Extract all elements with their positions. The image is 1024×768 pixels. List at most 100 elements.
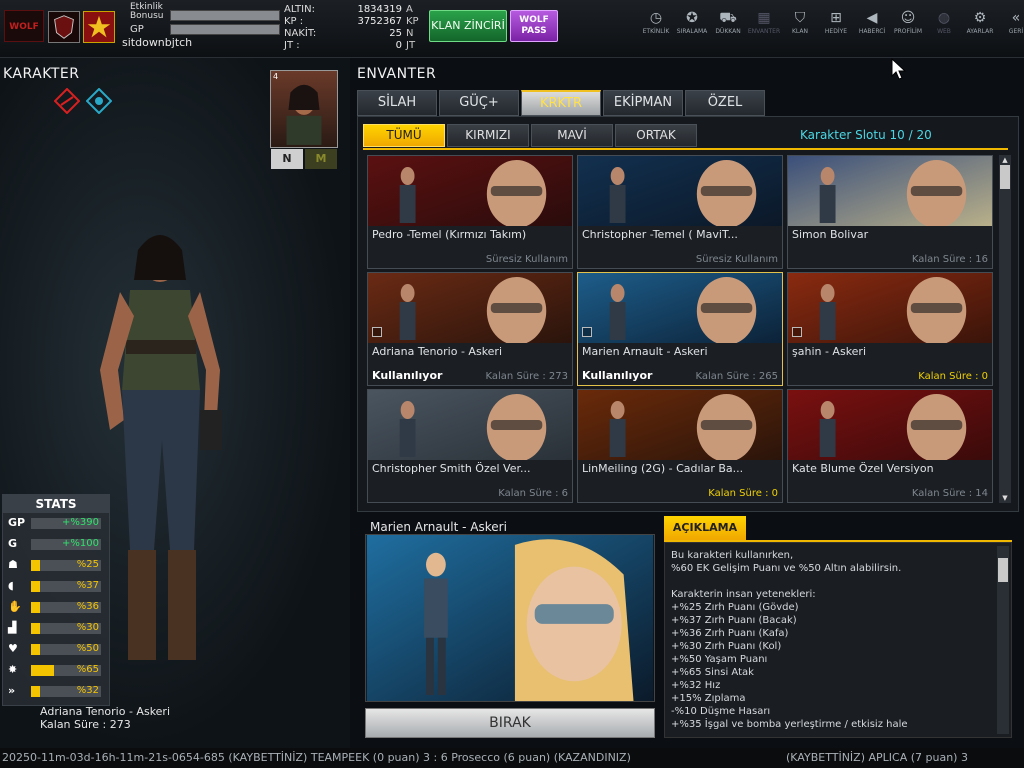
stat-icon: » — [8, 684, 16, 697]
tab-ekipman[interactable]: EKİPMAN — [603, 90, 683, 116]
username: sitdownbjtch — [122, 36, 193, 49]
wolf-pass-button[interactable]: WOLF PASS — [510, 10, 558, 42]
nav-ayarlar[interactable]: ⚙ AYARLAR — [962, 8, 998, 48]
medal-icon: ✪ — [686, 10, 698, 26]
nav-geri[interactable]: «GERİ — [998, 8, 1024, 48]
currency-altin: ALTIN: 1834319 A — [284, 4, 413, 15]
description-scrollbar-thumb[interactable] — [998, 558, 1008, 582]
tab-guc[interactable]: GÜÇ+ — [439, 90, 519, 116]
drop-button[interactable]: BIRAK — [365, 708, 655, 738]
character-card[interactable]: Kate Blume Özel Versiyon Kalan Süre : 14 — [787, 389, 993, 503]
filter-tab-ortak[interactable]: ORTAK — [615, 124, 697, 147]
nav-haberci[interactable]: ◀ HABERCİ — [854, 8, 890, 48]
nav-etkinlik[interactable]: ◷ ETKİNLİK — [638, 8, 674, 48]
character-card[interactable]: Simon Bolivar Kalan Süre : 16 — [787, 155, 993, 269]
clan-chain-button[interactable]: KLAN ZİNCİRİ — [429, 10, 507, 42]
description-text: Bu karakteri kullanırken, %60 EK Gelişim… — [671, 550, 908, 730]
character-card-thumbnail[interactable]: 4 — [270, 70, 338, 148]
inventory-scrollbar[interactable]: ▲ ▼ — [999, 155, 1011, 503]
select-checkbox[interactable] — [582, 327, 592, 337]
stats-title: STATS — [3, 495, 109, 513]
character-card-name: Kate Blume Özel Versiyon — [792, 462, 934, 475]
inventory-icon: ▦ — [757, 10, 771, 26]
stat-icon: ◖ — [8, 579, 14, 592]
filter-tab-tumu[interactable]: TÜMÜ — [363, 124, 445, 147]
tab-silah[interactable]: SİLAH — [357, 90, 437, 116]
character-card-art — [788, 156, 992, 226]
currency-jt: JT :0 JT — [284, 40, 416, 51]
stat-value: %32 — [76, 685, 99, 696]
stat-value: %30 — [76, 622, 99, 633]
stat-row: ☗ %25 — [3, 555, 109, 576]
stat-value: %65 — [76, 664, 99, 675]
character-card[interactable]: şahin - Askeri Kalan Süre : 0 — [787, 272, 993, 386]
scroll-down-icon[interactable]: ▼ — [999, 493, 1011, 503]
nav-hediye[interactable]: ⊞ HEDİYE — [818, 8, 854, 48]
description-tab[interactable]: AÇIKLAMA — [664, 516, 746, 540]
character-card-name: Christopher Smith Özel Ver... — [372, 462, 531, 475]
scroll-up-icon[interactable]: ▲ — [999, 155, 1011, 165]
selected-character-time: Kalan Süre : 273 — [40, 718, 131, 731]
character-card-name: Adriana Tenorio - Askeri — [372, 345, 503, 358]
stat-value: +%390 — [62, 517, 99, 528]
stat-row: ♥ %50 — [3, 639, 109, 660]
description-scrollbar[interactable] — [997, 546, 1009, 734]
nav-envanter[interactable]: ▦ ENVANTER — [746, 8, 782, 48]
character-card[interactable]: Christopher Smith Özel Ver... Kalan Süre … — [367, 389, 573, 503]
stat-icon: GP — [8, 516, 26, 529]
character-card[interactable]: LinMeiling (2G) - Cadılar Ba... Kalan Sür… — [577, 389, 783, 503]
nav-siralama[interactable]: ✪ SIRALAMA — [674, 8, 710, 48]
main-nav: ◷ ETKİNLİK ✪ SIRALAMA ⛟ DÜKKAN ▦ ENVANTER ⛉ K… — [638, 8, 1024, 48]
rank-badge-icon — [48, 11, 80, 43]
globe-icon: ◍ — [937, 10, 951, 26]
stat-value: +%100 — [62, 538, 99, 549]
gp-label: GP — [130, 24, 144, 35]
filter-tab-kirmizi[interactable]: KIRMIZI — [447, 124, 529, 147]
match-ticker: 20250-11m-03d-16h-11m-21s-0654-685 (KAYB… — [0, 748, 1024, 768]
stat-row: » %32 — [3, 681, 109, 702]
character-title: KARAKTER — [3, 66, 80, 82]
description-panel: Bu karakteri kullanırken, %60 EK Gelişim… — [664, 542, 1012, 738]
shield-icon: ⛉ — [794, 10, 806, 26]
stat-row: GP +%390 — [3, 513, 109, 534]
nav-klan[interactable]: ⛉ KLAN — [782, 8, 818, 48]
tab-ozel[interactable]: ÖZEL — [685, 90, 765, 116]
character-card[interactable]: Christopher -Temel ( MaviT... Süresiz Kul… — [577, 155, 783, 269]
mutant-mode-button[interactable]: M — [305, 149, 337, 169]
attack-type-icon[interactable] — [53, 87, 81, 115]
nav-web[interactable]: ◍ WEB — [926, 8, 962, 48]
character-card[interactable]: Marien Arnault - Askeri Kullanılıyor Kalan… — [577, 272, 783, 386]
character-card-duration: Kalan Süre : 0 — [708, 488, 778, 499]
character-card-status: Kullanılıyor — [582, 369, 653, 382]
defense-type-icon[interactable] — [85, 87, 113, 115]
character-card[interactable]: Pedro -Temel (Kırmızı Takım) Süresiz Kull… — [367, 155, 573, 269]
scrollbar-thumb[interactable] — [1000, 165, 1010, 189]
character-card[interactable]: Adriana Tenorio - Askeri Kullanılıyor Kala… — [367, 272, 573, 386]
character-card-name: şahin - Askeri — [792, 345, 867, 358]
character-card-duration: Kalan Süre : 14 — [911, 488, 988, 499]
stat-icon: G — [8, 537, 18, 550]
stat-icon: ✸ — [8, 663, 18, 676]
stat-row: ▟ %30 — [3, 618, 109, 639]
stat-value: %25 — [76, 559, 99, 570]
nav-profilim[interactable]: ☺ PROFİLİM — [890, 8, 926, 48]
megaphone-icon: ◀ — [866, 10, 878, 26]
select-checkbox[interactable] — [792, 327, 802, 337]
filter-tab-mavi[interactable]: MAVİ — [531, 124, 613, 147]
back-icon: « — [1011, 10, 1021, 26]
select-checkbox[interactable] — [372, 327, 382, 337]
selected-character-info: Adriana Tenorio - Askeri Kalan Süre : 27… — [40, 705, 170, 731]
character-card-art — [578, 156, 782, 226]
nav-dukkan[interactable]: ⛟ DÜKKAN — [710, 8, 746, 48]
gp-bar — [170, 24, 280, 35]
character-card-art — [368, 273, 572, 343]
normal-mode-button[interactable]: N — [271, 149, 303, 169]
stat-row: ✸ %65 — [3, 660, 109, 681]
detail-character-image — [365, 534, 655, 702]
character-card-duration: Kalan Süre : 6 — [498, 488, 568, 499]
tab-krktr[interactable]: KRKTR — [521, 90, 601, 116]
character-level: 4 — [273, 72, 279, 81]
mouse-cursor-icon — [891, 58, 907, 80]
game-logo: WOLF — [4, 10, 44, 42]
stat-value: %36 — [76, 601, 99, 612]
